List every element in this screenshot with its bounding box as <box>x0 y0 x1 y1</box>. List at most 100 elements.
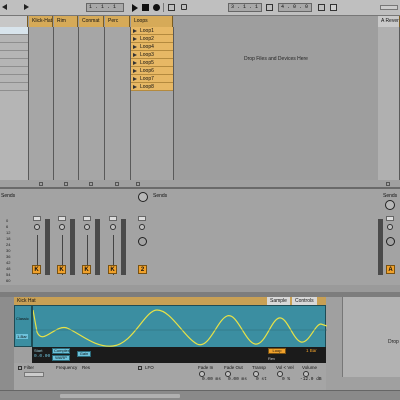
track-header-perc[interactable]: Perc <box>105 16 130 27</box>
warp-button[interactable]: WARP <box>52 355 70 361</box>
stop-button-icon[interactable] <box>64 182 68 186</box>
loop-clip[interactable]: Loop3 <box>131 51 173 59</box>
arrow-left-icon[interactable] <box>2 4 7 10</box>
fade-out-value[interactable]: 0.00 ms <box>228 377 247 382</box>
bar-button[interactable]: 1-Bar <box>16 334 28 339</box>
track-header-rim[interactable]: Rim <box>54 16 78 27</box>
stop-button-icon[interactable] <box>89 182 93 186</box>
filter-dropdown[interactable] <box>24 372 44 377</box>
loop-button[interactable]: Loop <box>268 348 286 354</box>
send-knob[interactable] <box>138 192 148 202</box>
track-activator[interactable]: K <box>82 265 91 274</box>
loop-start-field[interactable]: 3 . 1 . 1 <box>228 3 262 12</box>
drop-area[interactable]: Drop Files and Devices Here <box>174 16 378 180</box>
key-map-icon[interactable] <box>318 4 325 11</box>
loop-clip[interactable]: Loop6 <box>131 67 173 75</box>
arrangement-icon[interactable] <box>168 4 175 11</box>
midi-map-icon[interactable] <box>330 4 337 11</box>
io-button[interactable] <box>58 216 66 221</box>
stopwatch-icon[interactable] <box>386 237 395 246</box>
clip-play-icon[interactable] <box>133 29 137 33</box>
track-activator[interactable]: 2 <box>138 265 147 274</box>
track-header-loops[interactable]: Loops <box>131 16 173 27</box>
stop-button-icon[interactable] <box>136 182 140 186</box>
loop-clip[interactable]: Loop7 <box>131 75 173 83</box>
slot[interactable] <box>0 43 28 51</box>
slot[interactable] <box>0 83 28 91</box>
loop-clip[interactable]: Loop1 <box>131 27 173 35</box>
io-button[interactable] <box>109 216 117 221</box>
loop-clip[interactable]: Loop5 <box>131 59 173 67</box>
scroll-thumb[interactable] <box>60 394 180 398</box>
track-header-1[interactable] <box>0 16 28 27</box>
track-activator[interactable]: K <box>57 265 66 274</box>
stop-button-icon[interactable] <box>115 182 119 186</box>
io-button[interactable] <box>138 216 146 221</box>
clip-play-icon[interactable] <box>133 37 137 41</box>
record-button[interactable] <box>152 3 161 12</box>
scale-label: 18 <box>6 236 11 241</box>
arrow-right-icon[interactable] <box>24 4 29 10</box>
device-panel[interactable]: Drop <box>342 297 400 377</box>
warp-controls: Start 0.0.00 Complex WARP Gain Loop 1 Ba… <box>32 347 326 363</box>
io-button[interactable] <box>386 216 394 221</box>
io-button[interactable] <box>33 216 41 221</box>
end-value[interactable]: 1 Bar <box>306 348 317 353</box>
record-icon <box>153 4 160 11</box>
clip-play-icon[interactable] <box>133 53 137 57</box>
clip-name-bar[interactable]: Kick Hat Sample Controls <box>14 297 326 305</box>
transp-value[interactable]: 0 st <box>256 377 267 382</box>
pan-knob[interactable] <box>387 224 393 230</box>
slot[interactable] <box>0 27 28 35</box>
lfo-toggle-icon[interactable] <box>138 366 142 370</box>
filter-toggle-icon[interactable] <box>18 366 22 370</box>
sample-tab[interactable]: Sample <box>267 297 290 305</box>
play-button[interactable] <box>130 3 139 12</box>
slot[interactable] <box>0 75 28 83</box>
loop-length-field[interactable]: 4 . 0 . 0 <box>278 3 312 12</box>
complex-button[interactable]: Complex <box>52 348 70 354</box>
pan-knob[interactable] <box>110 224 116 230</box>
track-activator[interactable]: K <box>108 265 117 274</box>
reverse-button[interactable]: Rev <box>268 356 275 361</box>
slot[interactable] <box>0 59 28 67</box>
loop-clip[interactable]: Loop4 <box>131 43 173 51</box>
clip-play-icon[interactable] <box>133 85 137 89</box>
pan-knob[interactable] <box>84 224 90 230</box>
track-header-conmat[interactable]: Conmat <box>79 16 104 27</box>
waveform-display[interactable] <box>32 305 328 353</box>
pan-knob[interactable] <box>139 224 145 230</box>
stop-button[interactable] <box>141 3 150 12</box>
stop-button-icon[interactable] <box>386 182 390 186</box>
loop-clip[interactable]: Loop2 <box>131 35 173 43</box>
loop-switch-icon[interactable] <box>181 4 187 10</box>
controls-tab[interactable]: Controls <box>292 297 317 305</box>
track-activator[interactable]: A <box>386 265 395 274</box>
send-knob[interactable] <box>385 200 395 210</box>
stopwatch-icon[interactable] <box>138 237 147 246</box>
loop-clip[interactable]: Loop8 <box>131 83 173 91</box>
slot[interactable] <box>0 51 28 59</box>
position-field[interactable]: 1 . 1 . 1 <box>86 3 124 12</box>
track-header-kick-hat[interactable]: Klick-Hat <box>29 16 53 27</box>
clip-play-icon[interactable] <box>133 61 137 65</box>
fade-in-value[interactable]: 0.00 ms <box>202 377 221 382</box>
stop-button-icon[interactable] <box>39 182 43 186</box>
clip-play-icon[interactable] <box>133 69 137 73</box>
clip-play-icon[interactable] <box>133 77 137 81</box>
pan-knob[interactable] <box>34 224 40 230</box>
volume-value[interactable]: -12.0 dB <box>300 377 322 382</box>
pan-knob[interactable] <box>59 224 65 230</box>
vol-vel-value[interactable]: 0 % <box>282 377 290 382</box>
slot[interactable] <box>0 35 28 43</box>
track-activator[interactable]: K <box>32 265 41 274</box>
start-value[interactable]: 0.0.00 <box>34 354 50 359</box>
classic-button[interactable]: Classic <box>16 316 29 321</box>
waveform-line <box>32 309 328 347</box>
clip-play-icon[interactable] <box>133 45 137 49</box>
slot[interactable] <box>0 67 28 75</box>
io-button[interactable] <box>83 216 91 221</box>
punch-icon[interactable] <box>266 4 273 11</box>
track-header-return-a[interactable]: A Reverb <box>378 16 400 27</box>
gain-button[interactable]: Gain <box>77 351 91 357</box>
